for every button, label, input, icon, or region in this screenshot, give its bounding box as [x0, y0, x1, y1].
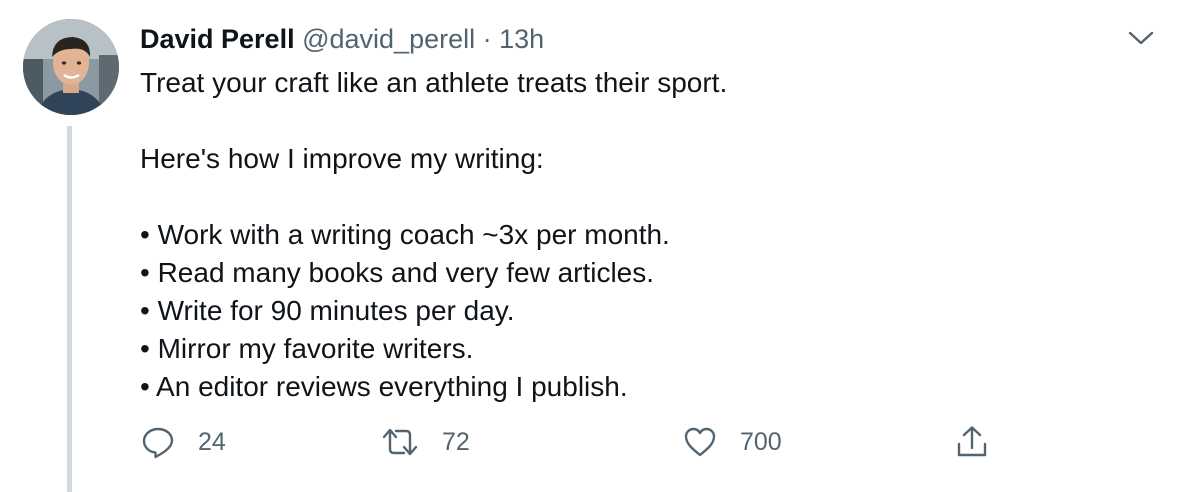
tweet-timestamp[interactable]: 13h — [499, 24, 544, 54]
heart-icon — [684, 427, 716, 457]
tweet-header: David Perell @david_perell · 13h — [140, 22, 544, 56]
reply-button[interactable]: 24 — [140, 420, 226, 464]
bullet-item: • An editor reviews everything I publish… — [140, 371, 628, 402]
retweet-button[interactable]: 72 — [380, 420, 470, 464]
thread-line — [67, 126, 72, 492]
bullet-item: • Work with a writing coach ~3x per mont… — [140, 219, 670, 250]
tweet-text: Treat your craft like an athlete treats … — [140, 64, 1140, 406]
author-name[interactable]: David Perell — [140, 24, 295, 54]
tweet-actions: 24 72 700 — [140, 420, 1020, 464]
chevron-down-icon — [1128, 31, 1154, 45]
tweet-line: Treat your craft like an athlete treats … — [140, 67, 728, 98]
tweet[interactable]: David Perell @david_perell · 13h Treat y… — [0, 0, 1182, 492]
share-upload-icon — [957, 426, 987, 457]
meta-separator: · — [475, 24, 500, 54]
avatar-photo — [23, 19, 119, 115]
like-count: 700 — [740, 427, 782, 456]
more-options-button[interactable] — [1126, 27, 1156, 49]
bullet-item: • Read many books and very few articles. — [140, 257, 655, 288]
like-button[interactable]: 700 — [682, 420, 782, 464]
speech-bubble-icon — [142, 427, 174, 459]
retweet-count: 72 — [442, 427, 470, 456]
author-handle[interactable]: @david_perell — [302, 24, 475, 54]
tweet-line: Here's how I improve my writing: — [140, 143, 544, 174]
retweet-arrows-icon — [382, 428, 418, 456]
bullet-item: • Write for 90 minutes per day. — [140, 295, 515, 326]
share-button[interactable] — [954, 420, 990, 464]
reply-count: 24 — [198, 427, 226, 456]
avatar[interactable] — [23, 19, 119, 115]
bullet-item: • Mirror my favorite writers. — [140, 333, 474, 364]
